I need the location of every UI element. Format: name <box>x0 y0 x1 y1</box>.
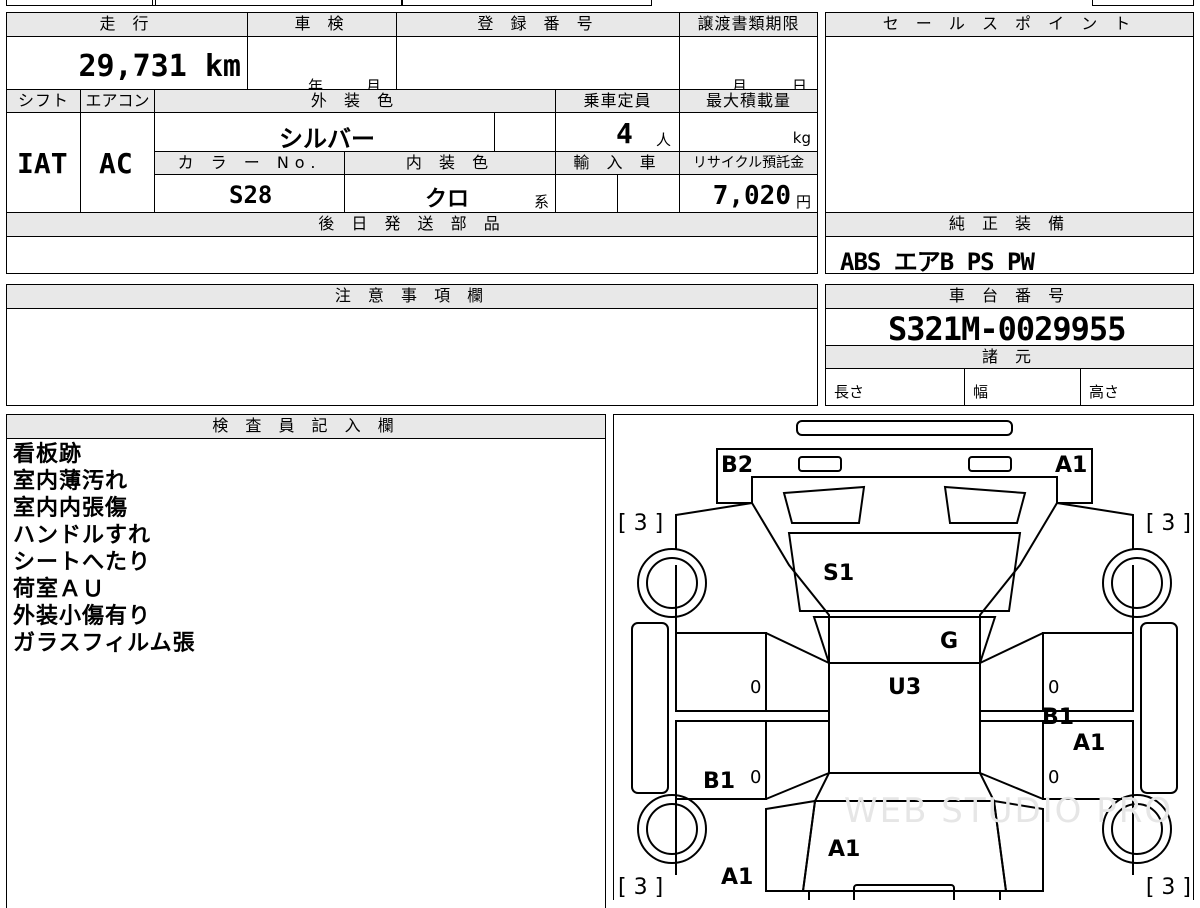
exterior-color-cell: シルバー <box>154 112 495 153</box>
front-panel-shape <box>716 448 1093 504</box>
mark-a1-right: A1 <box>1073 731 1106 756</box>
interior-color-suffix: 系 <box>533 193 549 211</box>
shift-label: シフト <box>6 89 81 113</box>
transfer-deadline-label: 譲渡書類期限 <box>679 12 818 37</box>
exterior-color-value: シルバー <box>279 125 375 153</box>
ac-cell: AC <box>80 112 155 213</box>
interior-color-cell: クロ 系 <box>344 174 556 213</box>
inspector-lines: 看板跡 室内薄汚れ 室内内張傷 ハンドルすれ シートへたり 荷室ＡＵ 外装小傷有… <box>13 441 196 657</box>
notes-cell <box>6 308 818 406</box>
corner-bracket-rear-left: [ 3 ] <box>618 875 664 900</box>
zero-mark: 0 <box>750 677 762 698</box>
color-no-value: S28 <box>229 181 273 209</box>
front-bumper-shape <box>796 420 1013 436</box>
wheel-front-right <box>1102 548 1172 618</box>
mark-b2: B2 <box>721 453 754 478</box>
registration-label: 登 録 番 号 <box>396 12 680 37</box>
vehicle-diagram: [ 3 ] [ 3 ] [ 3 ] [ 3 ] B2 A1 S1 G U3 B1… <box>613 414 1194 900</box>
recycle-cell: 7,020 円 <box>679 174 818 213</box>
sales-point-cell <box>825 36 1194 213</box>
chassis-value: S321M-0029955 <box>888 310 1126 348</box>
capacity-label: 乗車定員 <box>555 89 680 113</box>
equipment-cell: ABS エアB PS PW <box>825 236 1194 276</box>
recycle-unit: 円 <box>795 193 811 211</box>
recycle-value: 7,020 <box>712 181 791 211</box>
length-label: 長さ <box>834 383 865 401</box>
wheel-rear-left <box>637 794 707 864</box>
import-label: 輸 入 車 <box>555 151 680 175</box>
recycle-label: リサイクル預託金 <box>679 151 818 175</box>
chassis-cell: S321M-0029955 <box>825 308 1194 348</box>
capacity-value: 4 <box>616 117 633 150</box>
import-cell-b <box>617 174 680 213</box>
notes-label: 注 意 事 項 欄 <box>6 284 818 309</box>
capacity-unit: 人 <box>656 131 672 149</box>
inspector-label: 検 査 員 記 入 欄 <box>6 414 606 439</box>
inspector-notes-cell: 看板跡 室内薄汚れ 室内内張傷 ハンドルすれ シートへたり 荷室ＡＵ 外装小傷有… <box>6 438 606 908</box>
mileage-label: 走 行 <box>6 12 248 37</box>
top-partial-row <box>6 0 1194 6</box>
corner-bracket-rear-right: [ 3 ] <box>1145 875 1191 900</box>
inspector-line: シートへたり <box>13 550 152 575</box>
height-cell: 高さ <box>1080 368 1194 406</box>
corner-bracket-front-left: [ 3 ] <box>618 511 664 536</box>
ac-value: AC <box>99 147 133 180</box>
inspector-line: 看板跡 <box>13 442 83 467</box>
interior-color-value: クロ <box>425 187 470 212</box>
vehicle-info-form: 走 行 車 検 登 録 番 号 譲渡書類期限 29,731 km 年 月 月 日… <box>6 12 818 274</box>
shift-value: IAT <box>17 147 68 180</box>
height-label: 高さ <box>1089 383 1120 401</box>
wheel-front-left <box>637 548 707 618</box>
mark-b1-right: B1 <box>1042 705 1075 730</box>
exterior-color-extra-cell <box>494 112 556 152</box>
zero-mark: 0 <box>750 767 762 788</box>
zero-mark: 0 <box>1048 677 1060 698</box>
import-cell-a <box>555 174 618 213</box>
shift-cell: IAT <box>6 112 81 213</box>
inspection-label: 車 検 <box>247 12 397 37</box>
mark-a1-rear-left: A1 <box>721 865 754 890</box>
sales-point-label: セ ー ル ス ポ イ ン ト <box>825 12 1194 37</box>
inspector-line: ハンドルすれ <box>13 523 152 548</box>
width-cell: 幅 <box>964 368 1081 406</box>
chassis-label: 車 台 番 号 <box>825 284 1194 309</box>
mark-u3: U3 <box>888 675 922 700</box>
watermark: WEB STUDIO PRO <box>844 791 1174 831</box>
max-load-unit: kg <box>792 129 811 147</box>
mileage-value: 29,731 <box>78 49 187 84</box>
mark-a1-rear: A1 <box>828 837 861 862</box>
interior-color-label: 内 装 色 <box>344 151 556 175</box>
ac-label: エアコン <box>80 89 155 113</box>
later-parts-label: 後 日 発 送 部 品 <box>6 212 818 237</box>
max-load-cell: kg <box>679 112 818 152</box>
inspector-line: ガラスフィルム張 <box>13 631 196 656</box>
mark-s1: S1 <box>823 561 855 586</box>
mark-a1-front: A1 <box>1055 453 1088 478</box>
equipment-label: 純 正 装 備 <box>825 212 1194 237</box>
mark-b1-left: B1 <box>703 769 736 794</box>
exterior-color-label: 外 装 色 <box>154 89 556 113</box>
color-no-cell: S28 <box>154 174 345 213</box>
mileage-unit: km <box>204 49 241 84</box>
inspector-line: 荷室ＡＵ <box>13 577 106 602</box>
specs-label: 諸 元 <box>825 345 1194 369</box>
length-cell: 長さ <box>825 368 965 406</box>
capacity-cell: 4 人 <box>555 112 680 152</box>
inspector-line: 室内内張傷 <box>13 496 129 521</box>
equipment-value: ABS エアB PS PW <box>840 248 1035 276</box>
later-parts-cell <box>6 236 818 274</box>
inspector-line: 室内薄汚れ <box>13 469 129 494</box>
mark-g: G <box>940 629 959 654</box>
zero-mark: 0 <box>1048 767 1060 788</box>
width-label: 幅 <box>973 383 989 401</box>
inspector-line: 外装小傷有り <box>13 604 152 629</box>
corner-bracket-front-right: [ 3 ] <box>1145 511 1191 536</box>
max-load-label: 最大積載量 <box>679 89 818 113</box>
color-no-label: カ ラ ー No. <box>154 151 345 175</box>
